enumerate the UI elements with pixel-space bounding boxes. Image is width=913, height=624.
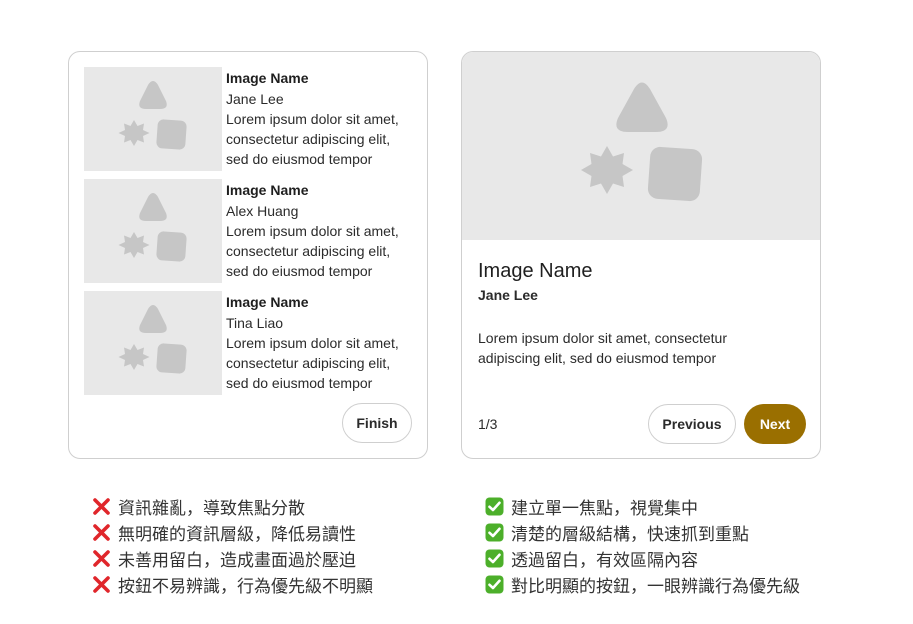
- bad-practice-notes: 資訊雜亂，導致焦點分散 無明確的資訊層級，降低易讀性 未善用留白，造成畫面過於壓…: [92, 493, 373, 597]
- item-description-line: sed do eiusmod tempor: [226, 151, 373, 167]
- finish-button[interactable]: Finish: [342, 403, 412, 443]
- focused-detail-card: Image Name Jane Lee Lorem ipsum dolor si…: [461, 51, 821, 459]
- good-note-text: 透過留白，有效區隔內容: [511, 550, 698, 570]
- check-mark-icon: [485, 549, 504, 568]
- shapes-placeholder-icon: [118, 305, 187, 374]
- bad-note-text: 按鈕不易辨識，行為優先級不明顯: [118, 576, 373, 596]
- bad-note: 無明確的資訊層級，降低易讀性: [92, 519, 373, 545]
- check-mark-icon: [485, 497, 504, 516]
- cross-mark-icon: [92, 523, 111, 542]
- item-author: Jane Lee: [226, 91, 284, 107]
- cross-mark-icon: [92, 497, 111, 516]
- next-button[interactable]: Next: [744, 404, 806, 444]
- item-description-line: sed do eiusmod tempor: [226, 375, 373, 391]
- bad-note-text: 未善用留白，造成畫面過於壓迫: [118, 550, 356, 570]
- list-item[interactable]: Image Name Alex Huang Lorem ipsum dolor …: [84, 179, 419, 283]
- shapes-placeholder-icon: [118, 81, 187, 150]
- image-placeholder: [84, 291, 222, 395]
- item-description-line: sed do eiusmod tempor: [226, 263, 373, 279]
- check-mark-icon: [485, 523, 504, 542]
- good-note-text: 對比明顯的按鈕，一眼辨識行為優先級: [511, 576, 800, 596]
- item-description-line: consectetur adipiscing elit,: [226, 131, 391, 147]
- card-description: Lorem ipsum dolor sit amet, consectetur …: [478, 328, 778, 368]
- bad-note: 按鈕不易辨識，行為優先級不明顯: [92, 571, 373, 597]
- bad-note: 資訊雜亂，導致焦點分散: [92, 493, 373, 519]
- item-author: Tina Liao: [226, 315, 284, 331]
- comparison-stage: Image Name Jane Lee Lorem ipsum dolor si…: [0, 0, 913, 624]
- good-note: 透過留白，有效區隔內容: [485, 545, 800, 571]
- item-description-line: Lorem ipsum dolor sit amet,: [226, 335, 399, 351]
- cross-mark-icon: [92, 575, 111, 594]
- item-title: Image Name: [226, 70, 309, 86]
- image-placeholder: [84, 67, 222, 171]
- list-item[interactable]: Image Name Tina Liao Lorem ipsum dolor s…: [84, 291, 419, 395]
- good-note-text: 清楚的層級結構，快速抓到重點: [511, 524, 749, 544]
- card-description-line: adipiscing elit, sed do eiusmod tempor: [478, 350, 717, 366]
- item-description-line: Lorem ipsum dolor sit amet,: [226, 111, 399, 127]
- shapes-placeholder-icon: [118, 193, 187, 262]
- list-item[interactable]: Image Name Jane Lee Lorem ipsum dolor si…: [84, 67, 419, 171]
- item-title: Image Name: [226, 294, 309, 310]
- good-note-text: 建立單一焦點，視覺集中: [511, 498, 698, 518]
- good-note: 對比明顯的按鈕，一眼辨識行為優先級: [485, 571, 800, 597]
- bad-note-text: 無明確的資訊層級，降低易讀性: [118, 524, 356, 544]
- item-description-line: consectetur adipiscing elit,: [226, 243, 391, 259]
- card-description-line: Lorem ipsum dolor sit amet, consectetur: [478, 330, 727, 346]
- item-author: Alex Huang: [226, 203, 299, 219]
- card-author: Jane Lee: [478, 287, 538, 303]
- good-note: 建立單一焦點，視覺集中: [485, 493, 800, 519]
- cross-mark-icon: [92, 549, 111, 568]
- page-indicator: 1/3: [478, 416, 498, 432]
- bad-note-text: 資訊雜亂，導致焦點分散: [118, 498, 305, 518]
- previous-button[interactable]: Previous: [648, 404, 736, 444]
- good-note: 清楚的層級結構，快速抓到重點: [485, 519, 800, 545]
- image-placeholder: [84, 179, 222, 283]
- cluttered-list-card: Image Name Jane Lee Lorem ipsum dolor si…: [68, 51, 428, 459]
- check-mark-icon: [485, 575, 504, 594]
- shapes-placeholder-icon: [581, 82, 703, 202]
- item-title: Image Name: [226, 182, 309, 198]
- item-description-line: consectetur adipiscing elit,: [226, 355, 391, 371]
- good-practice-notes: 建立單一焦點，視覺集中 清楚的層級結構，快速抓到重點 透過留白，有效區隔內容 對…: [485, 493, 800, 597]
- card-title: Image Name: [478, 260, 593, 282]
- bad-note: 未善用留白，造成畫面過於壓迫: [92, 545, 373, 571]
- item-description-line: Lorem ipsum dolor sit amet,: [226, 223, 399, 239]
- hero-image-placeholder: [462, 52, 820, 240]
